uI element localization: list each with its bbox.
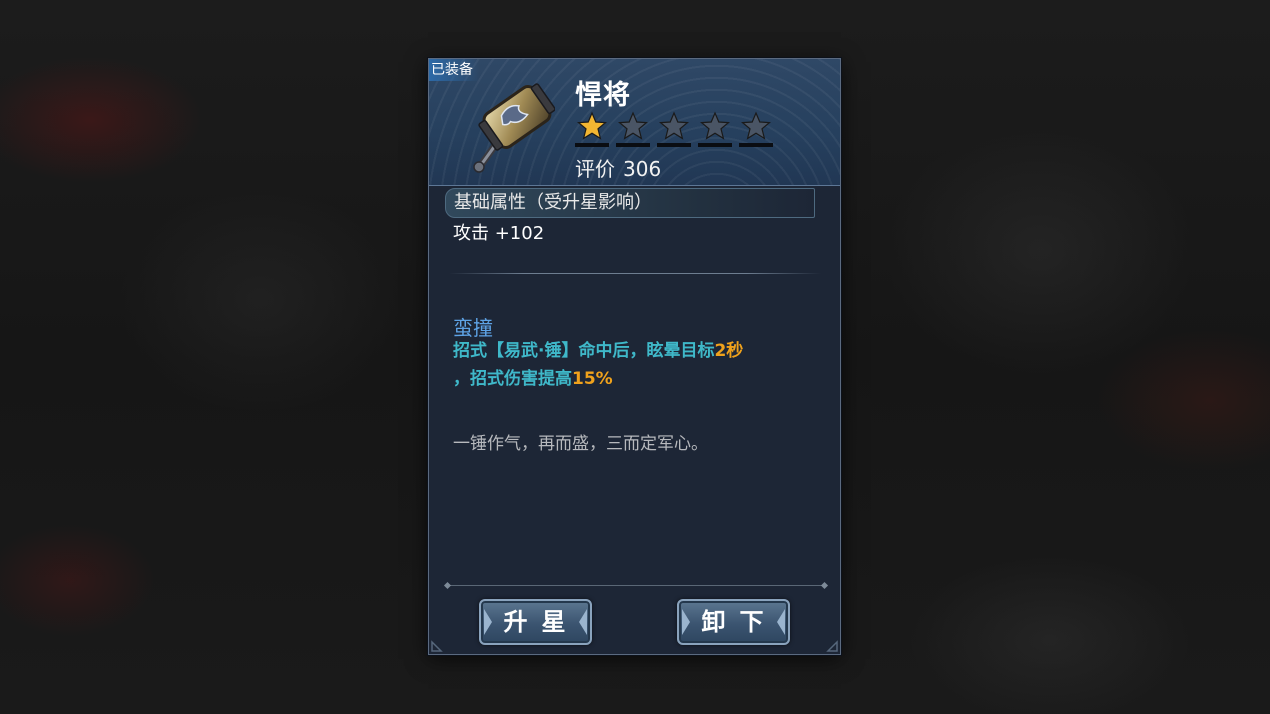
skill-desc-highlight: 15% <box>572 369 613 389</box>
star-icon <box>741 111 771 140</box>
skill-description: 招式【易武·锤】命中后，眩晕目标2秒 ，招式伤害提高15% <box>453 337 833 393</box>
star-slot-3 <box>657 111 691 147</box>
star-bar <box>739 143 773 147</box>
upgrade-star-button[interactable]: 升星 <box>479 599 592 645</box>
divider <box>447 585 825 586</box>
button-cap-right <box>579 609 587 635</box>
star-bar <box>698 143 732 147</box>
star-slot-2 <box>616 111 650 147</box>
equipped-tag: 已装备 <box>429 59 479 81</box>
item-name: 悍将 <box>575 80 631 111</box>
attack-stat: 攻击 +102 <box>453 223 545 244</box>
base-attributes-title: 基础属性（受升星影响） <box>445 188 815 218</box>
flavor-text: 一锤作气，再而盛，三而定军心。 <box>453 434 708 454</box>
star-icon <box>577 111 607 140</box>
hammer-icon <box>473 83 555 173</box>
item-detail-panel: 已装备 悍将 评价 306 基础属性（受升星影响） 攻击 +102 蛮撞 招式【… <box>428 58 841 655</box>
skill-desc-text: ，招式伤害提高 <box>453 369 572 389</box>
item-header: 已装备 悍将 评价 306 <box>429 59 840 186</box>
divider <box>449 273 821 274</box>
unequip-label: 卸下 <box>701 608 778 636</box>
star-bar <box>657 143 691 147</box>
unequip-button[interactable]: 卸下 <box>677 599 790 645</box>
star-slot-5 <box>739 111 773 147</box>
button-cap-right <box>777 609 785 635</box>
skill-desc-highlight: 2秒 <box>714 341 744 361</box>
button-cap-left <box>484 609 492 635</box>
star-icon <box>618 111 648 140</box>
star-slot-1 <box>575 111 609 147</box>
star-slot-4 <box>698 111 732 147</box>
star-icon <box>659 111 689 140</box>
skill-desc-text: 招式【易武·锤】命中后，眩晕目标 <box>453 341 715 361</box>
star-bar <box>575 143 609 147</box>
corner-ornament <box>826 640 838 652</box>
star-bar <box>616 143 650 147</box>
button-cap-left <box>682 609 690 635</box>
rating: 评价 306 <box>575 153 661 182</box>
star-rating <box>575 111 773 147</box>
upgrade-star-label: 升星 <box>503 608 580 636</box>
rating-label: 评价 <box>575 157 615 181</box>
corner-ornament <box>431 640 443 652</box>
rating-value: 306 <box>623 157 662 181</box>
star-icon <box>700 111 730 140</box>
